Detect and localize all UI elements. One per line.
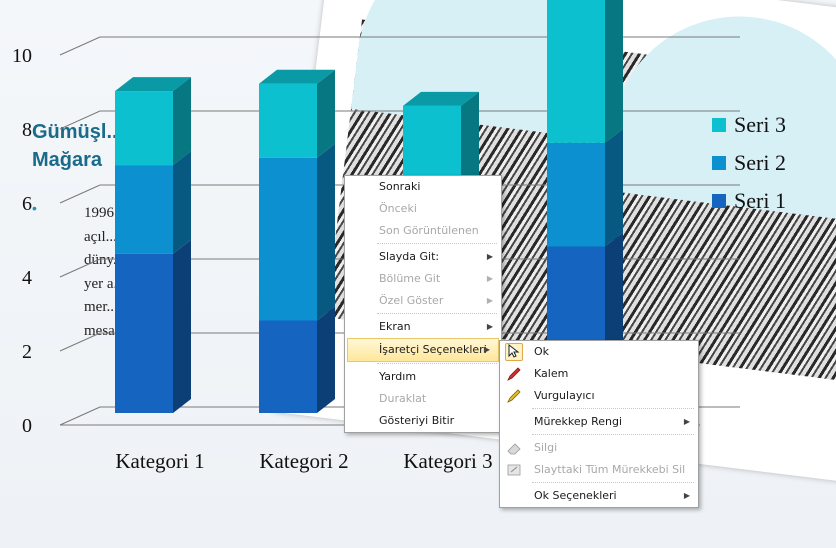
menu-item-label: Bölüme Git: [379, 272, 441, 285]
bar-front: [115, 165, 173, 254]
pointer-options-submenu: Ok Kalem Vurgulayıcı Mürekkep Rengi ▶ Silgi Sl…: [499, 340, 699, 508]
menu-item-i-şaretçi-seçenekleri[interactable]: İşaretçi Seçenekleri ▶: [347, 338, 499, 362]
erase-all-icon: [506, 462, 522, 478]
bar-front: [115, 91, 173, 166]
menu-item-label: İşaretçi Seçenekleri: [379, 343, 487, 356]
submenu-arrow-icon: ▶: [486, 296, 493, 305]
submenu-arrow-icon: ▶: [486, 274, 493, 283]
submenu-item-mürekkep-rengi[interactable]: Mürekkep Rengi ▶: [500, 411, 698, 433]
menu-item-label: Vurgulayıcı: [534, 389, 595, 402]
menu-item-bölüme-git[interactable]: Bölüme Git ▶: [345, 268, 501, 290]
submenu-item-ok[interactable]: Ok: [500, 341, 698, 363]
submenu-arrow-icon: ▶: [486, 252, 493, 261]
menu-item-label: Sonraki: [379, 180, 421, 193]
category-label: Kategori 2: [259, 449, 348, 473]
menu-item-label: Duraklat: [379, 392, 427, 405]
submenu-item-kalem[interactable]: Kalem: [500, 363, 698, 385]
arrow-pointer-icon: [505, 343, 523, 361]
bar-side: [173, 77, 191, 166]
bar-front: [115, 253, 173, 413]
y-tick-label: 4: [22, 267, 32, 289]
bar-front: [259, 157, 317, 321]
gridline-depth: [59, 332, 101, 352]
bar-front: [547, 0, 605, 143]
y-tick-label: 8: [22, 119, 32, 141]
category-label: Kategori 3: [403, 449, 492, 473]
bar-side: [317, 306, 335, 413]
menu-item-slayda-git[interactable]: Slayda Git: ▶: [345, 246, 501, 268]
menu-item-label: Silgi: [534, 441, 558, 454]
menu-item-label: Son Görüntülenen: [379, 224, 479, 237]
menu-item-son-görüntülenen[interactable]: Son Görüntülenen: [345, 220, 501, 242]
submenu-item-vurgulayıcı[interactable]: Vurgulayıcı: [500, 385, 698, 407]
y-tick-label: 2: [22, 341, 32, 363]
gridline-depth: [59, 184, 101, 204]
bar-front: [259, 320, 317, 413]
submenu-arrow-icon: ▶: [683, 417, 690, 426]
menu-item-özel-göster[interactable]: Özel Göster ▶: [345, 290, 501, 312]
menu-item-label: Ekran: [379, 320, 411, 333]
menu-item-label: Mürekkep Rengi: [534, 415, 623, 428]
y-tick-label: 6: [22, 193, 32, 215]
bar-side: [605, 128, 623, 247]
menu-item-label: Ok Seçenekleri: [534, 489, 617, 502]
menu-separator: [532, 408, 694, 410]
menu-separator: [377, 313, 497, 315]
legend-swatch: [712, 156, 726, 170]
menu-separator: [377, 243, 497, 245]
submenu-item-slayttaki-tüm-mürekkebi-sil[interactable]: Slayttaki Tüm Mürekkebi Sil: [500, 459, 698, 481]
bar-side: [173, 151, 191, 254]
y-tick-label: 0: [22, 415, 32, 437]
menu-item-label: Gösteriyi Bitir: [379, 414, 455, 427]
bar-side: [317, 143, 335, 321]
y-tick-label: 10: [12, 45, 32, 67]
eraser-icon: [506, 440, 522, 456]
menu-item-label: Yardım: [379, 370, 417, 383]
menu-item-sonraki[interactable]: Sonraki: [345, 176, 501, 198]
context-menu: Sonraki Önceki Son Görüntülenen Slayda Git:…: [344, 175, 502, 433]
menu-item-label: Özel Göster: [379, 294, 444, 307]
gridline-depth: [59, 110, 101, 130]
slideshow-stage: Gümüşl...araca Mağara • 1996 ... turizme…: [0, 0, 836, 548]
gridline-depth: [59, 406, 101, 426]
menu-separator: [532, 482, 694, 484]
menu-item-label: Önceki: [379, 202, 417, 215]
menu-item-duraklat[interactable]: Duraklat: [345, 388, 501, 410]
menu-item-gösteriyi-bitir[interactable]: Gösteriyi Bitir: [345, 410, 501, 432]
legend-label: Seri 3: [734, 112, 786, 137]
menu-item-label: Slayda Git:: [379, 250, 440, 263]
menu-item-label: Kalem: [534, 367, 569, 380]
menu-item-label: Slayttaki Tüm Mürekkebi Sil: [534, 463, 686, 476]
highlighter-icon: [506, 388, 522, 404]
category-label: Kategori 1: [115, 449, 204, 473]
bar-front: [259, 83, 317, 158]
menu-separator: [377, 363, 497, 365]
menu-separator: [532, 434, 694, 436]
submenu-arrow-icon: ▶: [486, 322, 493, 331]
legend-swatch: [712, 118, 726, 132]
submenu-arrow-icon: ▶: [483, 345, 490, 354]
bar-side: [317, 69, 335, 158]
menu-item-önceki[interactable]: Önceki: [345, 198, 501, 220]
menu-item-label: Ok: [534, 345, 550, 358]
pen-icon: [506, 366, 522, 382]
bar-side: [173, 239, 191, 413]
legend-label: Seri 1: [734, 188, 786, 213]
bar-front: [547, 142, 605, 247]
bar-side: [605, 0, 623, 143]
menu-item-yardım[interactable]: Yardım: [345, 366, 501, 388]
submenu-item-silgi[interactable]: Silgi: [500, 437, 698, 459]
submenu-arrow-icon: ▶: [683, 491, 690, 500]
legend-swatch: [712, 194, 726, 208]
legend-label: Seri 2: [734, 150, 786, 175]
menu-item-ekran[interactable]: Ekran ▶: [345, 316, 501, 338]
gridline-depth: [59, 36, 101, 56]
gridline-depth: [59, 258, 101, 278]
submenu-item-ok-seçenekleri[interactable]: Ok Seçenekleri ▶: [500, 485, 698, 507]
